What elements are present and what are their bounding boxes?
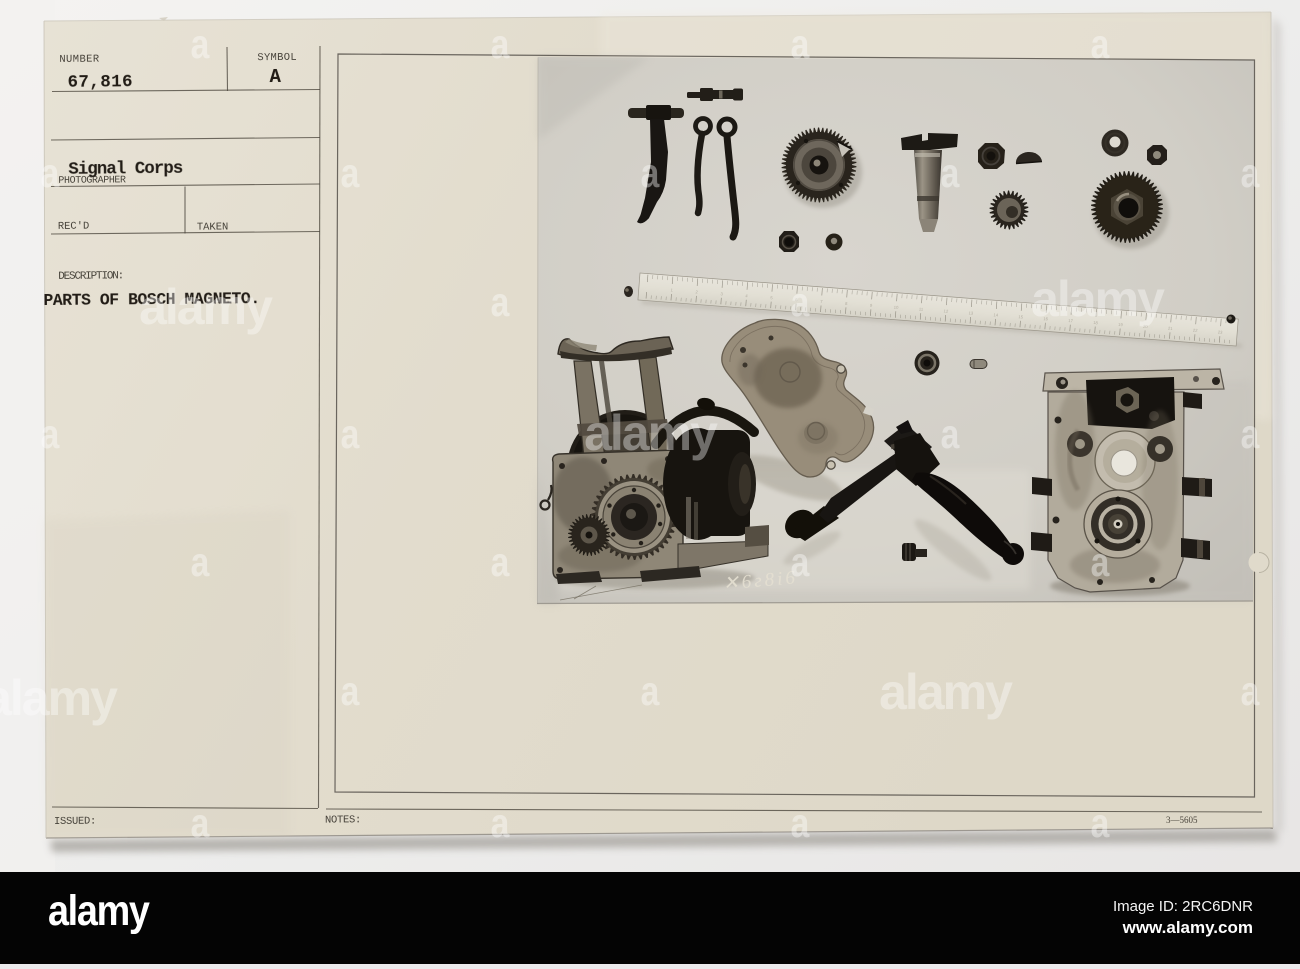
svg-text:a: a: [1091, 800, 1111, 846]
svg-text:a: a: [1241, 668, 1261, 714]
svg-text:a: a: [41, 411, 61, 457]
svg-text:a: a: [341, 411, 361, 457]
svg-text:a: a: [1091, 21, 1111, 67]
svg-text:SYMBOL: SYMBOL: [257, 52, 297, 64]
svg-text:a: a: [341, 150, 361, 196]
svg-text:a: a: [341, 668, 361, 714]
svg-text:REC'D: REC'D: [58, 221, 90, 233]
svg-text:alamy: alamy: [139, 279, 273, 335]
svg-text:a: a: [791, 21, 811, 67]
svg-text:3—5605: 3—5605: [1166, 815, 1198, 825]
svg-text:a: a: [1241, 411, 1261, 457]
svg-text:a: a: [191, 21, 211, 67]
svg-text:a: a: [191, 800, 211, 846]
svg-text:TAKEN: TAKEN: [197, 221, 229, 233]
svg-text:alamy: alamy: [0, 670, 118, 726]
svg-text:DESCRIPTION:: DESCRIPTION:: [58, 270, 123, 283]
svg-text:A: A: [269, 66, 281, 88]
svg-text:alamy: alamy: [584, 405, 718, 461]
svg-text:www.alamy.com: www.alamy.com: [1122, 918, 1253, 937]
svg-text:NUMBER: NUMBER: [59, 54, 100, 66]
svg-text:a: a: [791, 279, 811, 325]
svg-text:alamy: alamy: [1031, 271, 1165, 327]
svg-text:a: a: [491, 539, 511, 585]
svg-text:a: a: [1241, 150, 1261, 196]
svg-text:a: a: [491, 800, 511, 846]
svg-text:a: a: [641, 668, 661, 714]
svg-text:Image ID: 2RC6DNR: Image ID: 2RC6DNR: [1113, 898, 1253, 915]
svg-text:a: a: [791, 800, 811, 846]
svg-text:alamy: alamy: [48, 886, 150, 935]
svg-text:a: a: [641, 150, 661, 196]
svg-text:a: a: [1091, 539, 1111, 585]
svg-text:a: a: [191, 539, 211, 585]
svg-text:a: a: [941, 150, 961, 196]
svg-text:a: a: [491, 21, 511, 67]
svg-text:Signal Corps: Signal Corps: [68, 159, 183, 180]
svg-text:NOTES:: NOTES:: [325, 814, 361, 826]
svg-text:67,816: 67,816: [67, 72, 133, 93]
svg-text:a: a: [491, 279, 511, 325]
svg-text:a: a: [791, 539, 811, 585]
svg-text:a: a: [41, 150, 61, 196]
svg-text:a: a: [941, 411, 961, 457]
svg-text:ISSUED:: ISSUED:: [54, 816, 96, 828]
svg-text:alamy: alamy: [879, 664, 1013, 720]
